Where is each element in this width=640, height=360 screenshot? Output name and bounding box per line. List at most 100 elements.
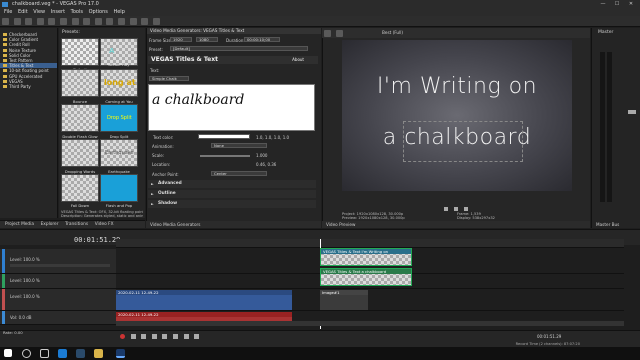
tab-explorer[interactable]: Explorer — [41, 221, 59, 229]
menu-view[interactable]: View — [33, 9, 45, 16]
search-icon[interactable] — [22, 349, 31, 358]
split-screen-icon[interactable] — [335, 30, 343, 37]
open-icon[interactable] — [13, 18, 21, 25]
save-icon[interactable] — [25, 18, 33, 25]
tab-video-media-generators[interactable]: Video Media Generators — [150, 222, 200, 227]
preset-thumb-bounce[interactable] — [61, 69, 99, 97]
cut-icon[interactable] — [59, 18, 67, 25]
clip-image[interactable]: Image#1 — [320, 290, 368, 310]
close-button[interactable]: ✕ — [624, 0, 638, 9]
anchor-dropdown[interactable]: Center — [211, 171, 267, 176]
preset-thumb-flash-and-pop[interactable] — [100, 174, 138, 202]
menu-help[interactable]: Help — [113, 9, 124, 16]
preset-thumb-earthquake[interactable]: Earthquake — [100, 139, 138, 167]
frame-width-input[interactable]: 1920 — [170, 37, 192, 42]
tab-video-preview[interactable]: Video Preview — [326, 222, 355, 227]
pause-icon[interactable] — [454, 207, 458, 211]
steam-icon[interactable] — [76, 349, 85, 358]
paste-icon[interactable] — [83, 18, 91, 25]
menu-edit[interactable]: Edit — [18, 9, 28, 16]
go-to-start-icon[interactable] — [183, 334, 189, 339]
pause-icon[interactable] — [162, 334, 168, 339]
undo-icon[interactable] — [94, 18, 102, 25]
master-meter-left — [600, 52, 605, 202]
menu-insert[interactable]: Insert — [51, 9, 65, 16]
text-color-swatch[interactable] — [198, 134, 250, 139]
envelope-tool-icon[interactable] — [129, 18, 137, 25]
plugin-title: VEGAS Titles & Text About — [148, 56, 318, 64]
tab-project-media[interactable]: Project Media — [5, 221, 34, 229]
section-outline[interactable]: Outline — [148, 190, 316, 198]
track-header-video-1[interactable]: Level: 100.0 % — [0, 249, 116, 274]
preset-thumb-fall-down[interactable] — [61, 174, 99, 202]
zoom-tool-icon[interactable] — [152, 18, 160, 25]
text-bounding-box[interactable] — [403, 121, 523, 162]
tab-transitions[interactable]: Transitions — [65, 221, 88, 229]
menu-file[interactable]: File — [4, 9, 12, 16]
render-icon[interactable] — [36, 18, 44, 25]
play-icon[interactable] — [151, 334, 157, 339]
go-to-end-icon[interactable] — [194, 334, 200, 339]
preset-thumb-double-flash-glow[interactable] — [61, 104, 99, 132]
preset-label: Flash and Pop — [105, 203, 133, 208]
animation-dropdown[interactable]: None — [211, 143, 267, 148]
preview-settings-icon[interactable] — [324, 30, 331, 37]
tree-item[interactable]: Third Party — [0, 84, 57, 89]
stop-icon[interactable] — [463, 207, 468, 211]
preset-dropdown[interactable]: [Default] — [170, 46, 308, 51]
menu-tools[interactable]: Tools — [71, 9, 83, 16]
preset-label: Preset: — [149, 47, 163, 52]
copy-icon[interactable] — [71, 18, 79, 25]
master-bus-tab[interactable]: Master Bus — [596, 222, 619, 227]
edge-icon[interactable] — [58, 349, 67, 358]
level-slider[interactable] — [10, 264, 110, 267]
preset-thumb-coming-at-you[interactable]: long at — [100, 69, 138, 97]
scale-slider[interactable] — [200, 155, 250, 157]
play-icon[interactable] — [444, 207, 449, 211]
preview-tab-bar: Video Preview — [322, 221, 590, 228]
timeline-scrollbar[interactable] — [116, 321, 624, 326]
preset-thumb-default[interactable] — [61, 38, 99, 66]
duration-input[interactable]: 00:00:10;00 — [244, 37, 280, 42]
tab-video-fx[interactable]: Video FX — [95, 221, 114, 229]
clip-title-writing-on[interactable]: VEGAS Titles & Text I'm Writing on — [320, 248, 412, 266]
generator-tab-bar: Video Media Generators — [146, 221, 321, 228]
preset-thumb-drop-split[interactable]: Drop Split — [100, 104, 138, 132]
task-view-icon[interactable] — [40, 349, 49, 358]
menu-options[interactable]: Options — [89, 9, 108, 16]
folder-icon — [3, 43, 7, 47]
play-from-start-icon[interactable] — [141, 334, 147, 339]
font-dropdown[interactable]: Simple Chalk — [149, 76, 189, 81]
vegas-taskbar-icon[interactable] — [116, 349, 125, 358]
track-header-audio-1[interactable]: Vol: 0.0 dB — [0, 311, 116, 325]
track-header-video-3[interactable]: Level: 100.0 % — [0, 289, 116, 311]
stop-icon[interactable] — [172, 334, 178, 339]
edit-tool-icon[interactable] — [117, 18, 125, 25]
about-button[interactable]: About — [292, 56, 304, 64]
clip-title-chalkboard[interactable]: VEGAS Titles & Text a chalkboard — [320, 268, 412, 286]
timeline-transport: Rate: 0.00 00:01:51.29 — [0, 330, 640, 342]
section-shadow[interactable]: Shadow — [148, 200, 316, 208]
properties-icon[interactable] — [48, 18, 56, 25]
maximize-button[interactable]: ☐ — [610, 0, 624, 9]
start-icon[interactable] — [4, 349, 12, 357]
record-icon[interactable] — [120, 334, 125, 339]
track-header-video-2[interactable]: Level: 100.0 % — [0, 274, 116, 289]
explorer-icon[interactable] — [94, 349, 103, 358]
selection-tool-icon[interactable] — [141, 18, 149, 25]
master-fader[interactable] — [628, 110, 636, 114]
new-icon[interactable] — [2, 18, 9, 25]
frame-height-input[interactable]: 1080 — [196, 37, 218, 42]
loop-icon[interactable] — [130, 334, 136, 339]
preview-quality-dropdown[interactable]: Best (Full) — [382, 30, 403, 35]
minimize-button[interactable]: — — [596, 0, 610, 9]
clip-video[interactable]: 2020-02-11 12-49-22 — [116, 290, 292, 310]
folder-icon — [3, 79, 7, 83]
timeline-ruler[interactable] — [116, 239, 624, 248]
timeline-timecode: 00:01:51.29 — [74, 236, 121, 244]
text-edit-area[interactable]: a chalkboard — [148, 84, 315, 131]
section-advanced[interactable]: Advanced — [148, 180, 316, 188]
title-bar: chalkboard.veg * - VEGAS Pro 17.0 — ☐ ✕ — [0, 0, 640, 9]
redo-icon[interactable] — [106, 18, 114, 25]
preset-thumb-dropping-words[interactable] — [61, 139, 99, 167]
